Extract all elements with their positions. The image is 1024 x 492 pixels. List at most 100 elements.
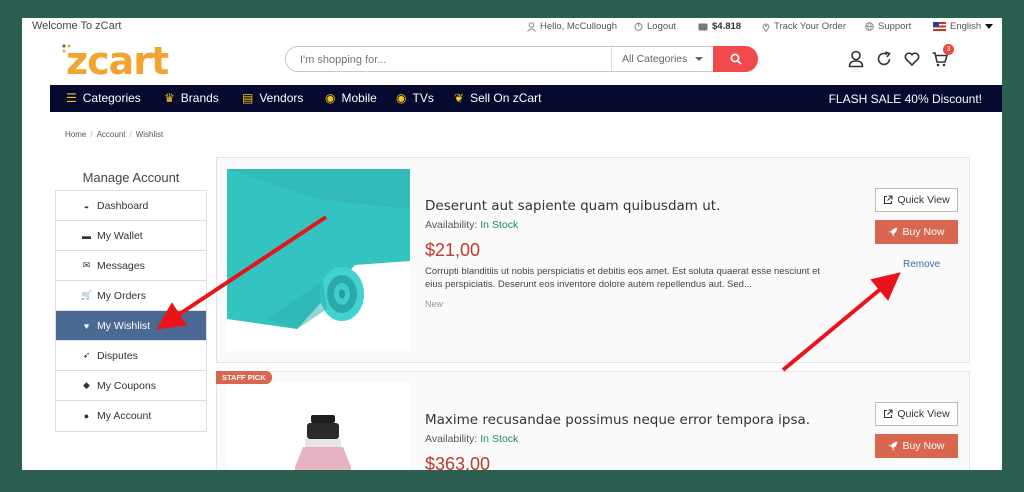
flash-sale-banner[interactable]: FLASH SALE 40% Discount! — [829, 92, 982, 106]
logo-dots-icon — [62, 44, 71, 53]
seedling-icon: ❦ — [454, 91, 465, 105]
language-selector[interactable]: English — [933, 21, 994, 32]
cart-icon: 🛒 — [81, 290, 93, 300]
stock-status: In Stock — [480, 219, 519, 231]
breadcrumb-separator: / — [129, 130, 132, 139]
top-bar: Welcome To zCart Hello, McCullough Logou… — [22, 18, 1002, 36]
site-logo[interactable]: zcart — [62, 39, 169, 83]
nav-item-tvs[interactable]: ◉ TVs — [396, 91, 434, 105]
track-order-link[interactable]: Track Your Order — [762, 21, 846, 32]
buy-now-label: Buy Now — [902, 226, 945, 238]
buy-now-button[interactable]: Buy Now — [875, 220, 958, 244]
availability: Availability: In Stock — [425, 219, 518, 231]
site-header: zcart All Categories 3 — [22, 36, 1002, 86]
sidebar-item-orders[interactable]: 🛒 My Orders — [56, 281, 206, 311]
product-condition: New — [425, 299, 444, 309]
account-button[interactable] — [848, 50, 864, 68]
wallet-balance: $4.818 — [712, 21, 742, 32]
breadcrumb-home[interactable]: Home — [65, 130, 86, 139]
greeting-label: Hello, McCullough — [540, 21, 618, 32]
product-image[interactable] — [227, 169, 410, 351]
sidebar-item-wallet[interactable]: ▬ My Wallet — [56, 221, 206, 251]
nav-label: Mobile — [341, 91, 377, 105]
external-link-icon — [884, 409, 893, 419]
sidebar-item-disputes[interactable]: ➶ Disputes — [56, 341, 206, 371]
chevron-down-icon — [695, 57, 703, 61]
sidebar-item-wishlist[interactable]: ♥ My Wishlist — [56, 311, 206, 341]
breadcrumb-separator: / — [90, 130, 93, 139]
track-order-label: Track Your Order — [774, 21, 846, 32]
wallet-link[interactable]: $4.818 — [698, 21, 741, 32]
nav-item-categories[interactable]: ☰ Categories — [66, 91, 141, 105]
search-input[interactable] — [300, 51, 600, 68]
wishlist-item: Deserunt aut sapiente quam quibusdam ut.… — [216, 157, 970, 363]
product-image[interactable] — [227, 382, 410, 470]
product-title[interactable]: Deserunt aut sapiente quam quibusdam ut. — [425, 198, 720, 214]
product-price: $21,00 — [425, 240, 481, 260]
cart-count-badge: 3 — [943, 44, 954, 55]
availability-label: Availability: — [425, 433, 478, 445]
crown-icon: ♛ — [164, 91, 175, 105]
support-link[interactable]: Support — [865, 21, 911, 32]
buy-now-button[interactable]: Buy Now — [875, 434, 958, 458]
wallet-icon: ▬ — [82, 230, 91, 241]
category-select-value: All Categories — [622, 53, 688, 65]
cart-button[interactable]: 3 — [932, 44, 954, 68]
refresh-icon — [877, 51, 891, 66]
sidebar-item-label: My Wishlist — [97, 319, 151, 332]
nav-item-brands[interactable]: ♛ Brands — [164, 91, 219, 105]
wishlist-item: Maxime recusandae possimus neque error t… — [216, 371, 970, 470]
rocket-icon: ➶ — [82, 350, 91, 360]
sidebar-item-dashboard[interactable]: ◒ Dashboard — [56, 191, 206, 221]
sidebar-item-label: My Coupons — [97, 379, 156, 392]
gauge-icon: ◒ — [83, 200, 90, 211]
nav-item-sell[interactable]: ❦ Sell On zCart — [454, 91, 541, 105]
breadcrumb-account[interactable]: Account — [97, 130, 126, 139]
browser-viewport: Welcome To zCart Hello, McCullough Logou… — [22, 18, 1002, 470]
remove-link[interactable]: Remove — [903, 259, 940, 270]
logout-label: Logout — [647, 21, 677, 32]
search-button[interactable] — [713, 46, 758, 72]
sidebar-item-messages[interactable]: ✉ Messages — [56, 251, 206, 281]
staff-pick-badge: STAFF PICK — [216, 371, 272, 384]
account-sidebar: ◒ Dashboard ▬ My Wallet ✉ Messages 🛒 My … — [55, 190, 207, 432]
sidebar-item-label: Disputes — [97, 349, 138, 362]
sidebar-item-coupons[interactable]: ◆ My Coupons — [56, 371, 206, 401]
availability-label: Availability: — [425, 219, 478, 231]
breadcrumb-current: Wishlist — [135, 130, 164, 139]
category-select[interactable]: All Categories — [611, 47, 711, 71]
nav-item-vendors[interactable]: ▤ Vendors — [242, 91, 303, 105]
us-flag-icon — [933, 22, 946, 31]
quick-view-label: Quick View — [897, 194, 950, 206]
greeting-link[interactable]: Hello, McCullough — [527, 21, 617, 32]
nav-label: Sell On zCart — [470, 91, 542, 105]
envelope-icon: ✉ — [82, 260, 91, 270]
wallet-icon — [698, 23, 708, 31]
sidebar-item-account[interactable]: ● My Account — [56, 401, 206, 431]
header-icons: 3 — [848, 44, 954, 68]
user-icon — [527, 21, 536, 32]
hamburger-icon: ☰ — [66, 91, 77, 105]
mobile-icon: ◉ — [325, 91, 336, 105]
heart-icon: ♥ — [83, 320, 90, 331]
heart-icon — [904, 52, 920, 67]
nav-label: Brands — [180, 91, 219, 105]
logo-text: zcart — [66, 39, 169, 83]
search-bar: All Categories — [285, 46, 758, 72]
main-nav: ☰ Categories ♛ Brands ▤ Vendors ◉ Mobile… — [50, 85, 1002, 112]
quick-view-button[interactable]: Quick View — [875, 188, 958, 212]
welcome-text: Welcome To zCart — [32, 20, 122, 32]
breadcrumb: Home / Account / Wishlist — [65, 130, 163, 139]
compare-button[interactable] — [876, 50, 892, 68]
nav-item-mobile[interactable]: ◉ Mobile — [325, 91, 377, 105]
rocket-icon — [888, 441, 898, 451]
quick-view-button[interactable]: Quick View — [875, 402, 958, 426]
map-marker-icon — [762, 23, 770, 32]
nav-label: TVs — [412, 91, 434, 105]
logout-link[interactable]: Logout — [634, 21, 676, 32]
tags-icon: ◆ — [83, 380, 90, 390]
wishlist-button[interactable] — [904, 50, 920, 68]
tv-icon: ◉ — [396, 91, 407, 105]
nav-label: Vendors — [259, 91, 304, 105]
product-title[interactable]: Maxime recusandae possimus neque error t… — [425, 412, 810, 428]
